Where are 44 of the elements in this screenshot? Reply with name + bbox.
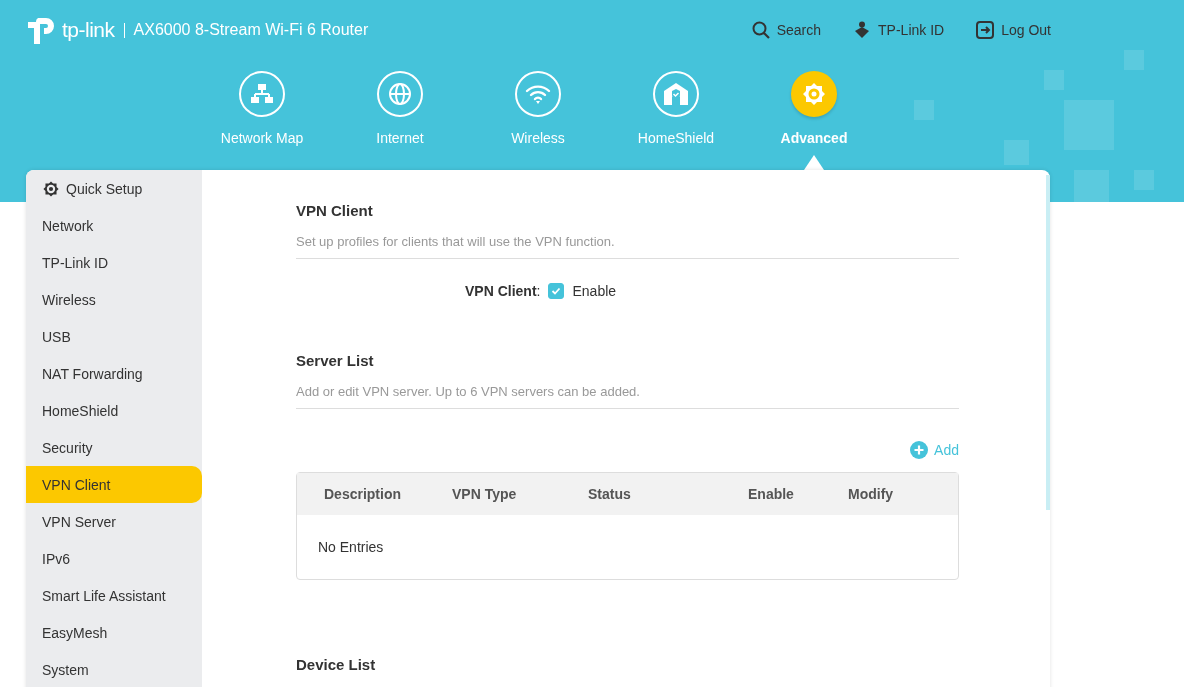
sidebar-item[interactable]: Security: [26, 429, 202, 466]
logout-link[interactable]: Log Out: [976, 21, 1051, 39]
sidebar-item[interactable]: System: [26, 651, 202, 687]
sidebar-item[interactable]: Smart Life Assistant: [26, 577, 202, 614]
field-label: VPN Client: [465, 283, 537, 299]
enable-checkbox[interactable]: Enable: [548, 283, 617, 299]
column-header: Enable: [748, 486, 795, 502]
sidebar-item[interactable]: VPN Client: [26, 466, 202, 503]
gear-icon: [42, 179, 60, 198]
colon-text: :: [536, 283, 541, 299]
sidebar-item[interactable]: Quick Setup: [26, 170, 202, 207]
brand-name: tp-link: [62, 18, 115, 42]
sidebar-item[interactable]: NAT Forwarding: [26, 355, 202, 392]
gear-icon: [801, 81, 827, 107]
sidebar-item[interactable]: Network: [26, 207, 202, 244]
sidebar-item[interactable]: EasyMesh: [26, 614, 202, 651]
sidebar-item[interactable]: Wireless: [26, 281, 202, 318]
search-icon: [751, 21, 770, 39]
section-title: Server List: [296, 351, 375, 369]
plus-icon: [910, 441, 929, 459]
router-model: AX6000 8-Stream Wi-Fi 6 Router: [133, 21, 369, 39]
person-icon: [853, 21, 872, 39]
account-link[interactable]: TP-Link ID: [853, 21, 945, 39]
section-title: Device List: [296, 655, 377, 673]
section-description: Add or edit VPN server. Up to 6 VPN servers can be added.: [296, 384, 959, 409]
sidebar-item[interactable]: USB: [26, 318, 202, 355]
sidebar-item[interactable]: VPN Server: [26, 503, 202, 540]
wifi-icon: [525, 83, 551, 105]
column-header: Modify: [848, 486, 895, 502]
house-shield-icon: [663, 82, 689, 106]
column-header: VPN Type: [452, 486, 518, 502]
sidebar-item[interactable]: IPv6: [26, 540, 202, 577]
logout-icon: [976, 21, 995, 39]
section-title: VPN Client: [296, 201, 374, 219]
column-header: Status: [588, 486, 632, 502]
empty-message: No Entries: [318, 539, 384, 555]
search-link[interactable]: Search: [751, 21, 822, 39]
sidebar-item[interactable]: TP-Link ID: [26, 244, 202, 281]
sidebar-item[interactable]: HomeShield: [26, 392, 202, 429]
globe-icon: [388, 82, 412, 106]
section-description: Set up profiles for clients that will use the VPN function.: [296, 234, 959, 259]
check-icon: [551, 286, 562, 296]
column-header: Description: [324, 486, 402, 502]
network-icon: [250, 82, 274, 106]
